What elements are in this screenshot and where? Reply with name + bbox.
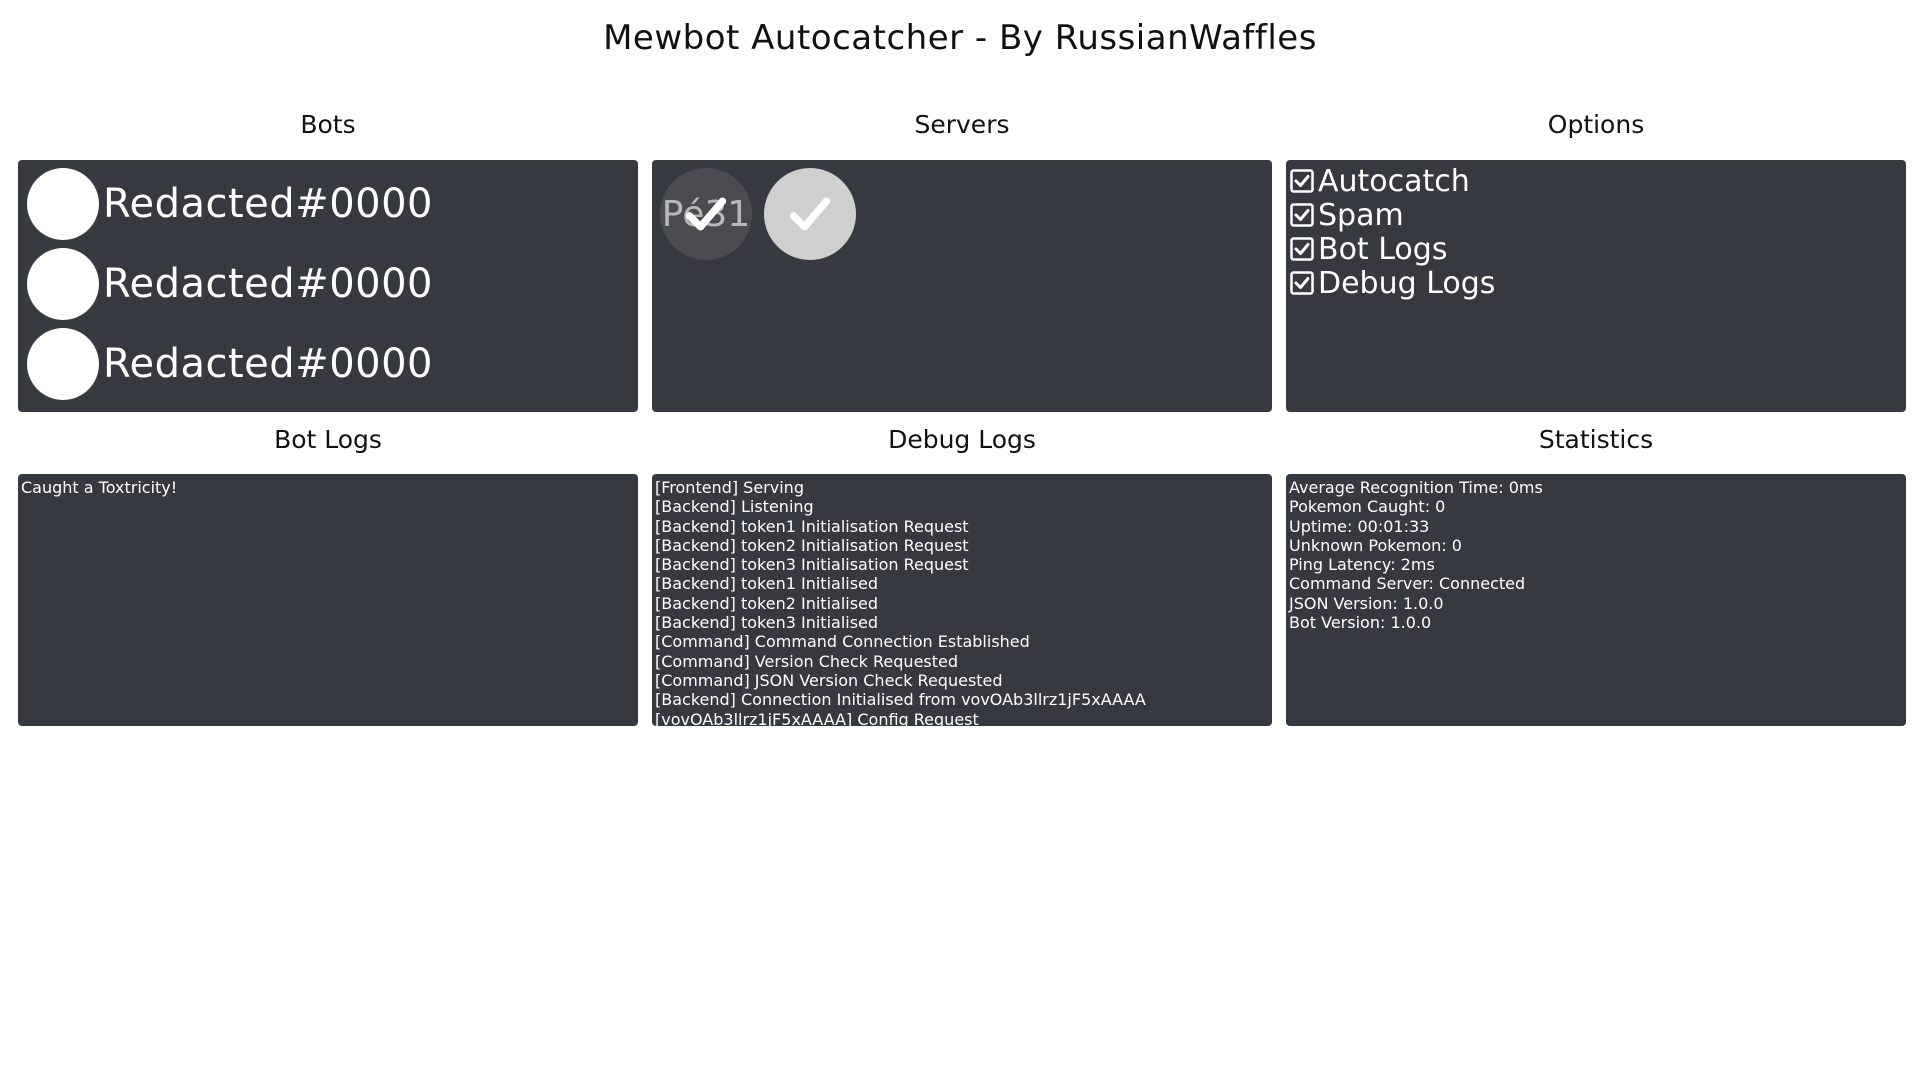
- log-line: [Backend] token2 Initialisation Request: [655, 535, 969, 555]
- option-label: Autocatch: [1318, 163, 1470, 199]
- option-label: Bot Logs: [1318, 231, 1448, 267]
- check-icon: [685, 197, 727, 231]
- options-heading: Options: [1547, 110, 1645, 139]
- checkbox-checked-icon[interactable]: [1290, 237, 1314, 261]
- bot-name: Redacted#0000: [103, 341, 433, 387]
- log-line: [Command] Command Connection Established: [655, 632, 1030, 652]
- option-label: Debug Logs: [1318, 265, 1496, 301]
- log-line: [Backend] Listening: [655, 497, 814, 517]
- bot-name: Redacted#0000: [103, 181, 433, 227]
- log-line: [Backend] token1 Initialisation Request: [655, 516, 969, 536]
- servers-panel: Pé31: [652, 160, 1272, 412]
- option-spam[interactable]: Spam: [1286, 197, 1906, 233]
- check-icon: [789, 197, 831, 231]
- stat-line: JSON Version: 1.0.0: [1289, 593, 1444, 613]
- stat-line: Command Server: Connected: [1289, 574, 1526, 594]
- option-autocatch[interactable]: Autocatch: [1286, 163, 1906, 199]
- server-list: Pé31: [652, 160, 1272, 260]
- bot-item[interactable]: Redacted#0000: [18, 164, 638, 244]
- log-line: [vovOAb3llrz1jF5xAAAA] Config Request: [655, 709, 979, 726]
- stat-line: Average Recognition Time: 0ms: [1289, 478, 1543, 497]
- server-item[interactable]: Pé31: [660, 168, 752, 260]
- debug-log-list: [Frontend] Serving [Backend] Listening […: [652, 474, 1272, 726]
- statistics-heading: Statistics: [1538, 425, 1654, 454]
- statistics-list: Average Recognition Time: 0ms Pokemon Ca…: [1286, 474, 1906, 636]
- stat-line: Pokemon Caught: 0: [1289, 497, 1446, 517]
- checkbox-checked-icon[interactable]: [1290, 203, 1314, 227]
- log-line: Caught a Toxtricity!: [21, 478, 178, 497]
- stat-line: Unknown Pokemon: 0: [1289, 535, 1462, 555]
- avatar: [27, 168, 99, 240]
- log-line: [Backend] token2 Initialised: [655, 593, 879, 613]
- bot-item[interactable]: Redacted#0000: [18, 244, 638, 324]
- bot-logs-panel[interactable]: Caught a Toxtricity!: [18, 474, 638, 726]
- option-debug-logs[interactable]: Debug Logs: [1286, 265, 1906, 301]
- log-line: [Backend] token3 Initialisation Request: [655, 555, 969, 575]
- checkbox-checked-icon[interactable]: [1290, 271, 1314, 295]
- servers-heading: Servers: [914, 110, 1010, 139]
- avatar: [27, 248, 99, 320]
- debug-logs-panel[interactable]: [Frontend] Serving [Backend] Listening […: [652, 474, 1272, 726]
- log-line: [Frontend] Serving: [655, 478, 804, 497]
- log-line: [Command] Version Check Requested: [655, 651, 959, 671]
- stat-line: Uptime: 00:01:33: [1289, 516, 1430, 536]
- options-panel: Autocatch Spam Bot Logs Debug Logs: [1286, 160, 1906, 412]
- avatar: [27, 328, 99, 400]
- bot-name: Redacted#0000: [103, 261, 433, 307]
- stat-line: Bot Version: 1.0.0: [1289, 613, 1432, 633]
- log-line: [Command] JSON Version Check Requested: [655, 670, 1003, 690]
- log-line: [Backend] Connection Initialised from vo…: [655, 690, 1146, 710]
- bot-log-list: Caught a Toxtricity!: [18, 474, 638, 501]
- bot-item[interactable]: Redacted#0000: [18, 324, 638, 404]
- checkbox-checked-icon[interactable]: [1290, 169, 1314, 193]
- bot-logs-heading: Bot Logs: [274, 425, 382, 454]
- bots-heading: Bots: [300, 110, 356, 139]
- statistics-panel: Average Recognition Time: 0ms Pokemon Ca…: [1286, 474, 1906, 726]
- log-line: [Backend] token3 Initialised: [655, 613, 879, 633]
- option-bot-logs[interactable]: Bot Logs: [1286, 231, 1906, 267]
- log-line: [Backend] token1 Initialised: [655, 574, 879, 594]
- option-label: Spam: [1318, 197, 1404, 233]
- stat-line: Ping Latency: 2ms: [1289, 555, 1435, 575]
- bots-panel: Redacted#0000 Redacted#0000 Redacted#000…: [18, 160, 638, 412]
- app-title: Mewbot Autocatcher - By RussianWaffles: [603, 18, 1317, 58]
- debug-logs-heading: Debug Logs: [888, 425, 1036, 454]
- server-item[interactable]: [764, 168, 856, 260]
